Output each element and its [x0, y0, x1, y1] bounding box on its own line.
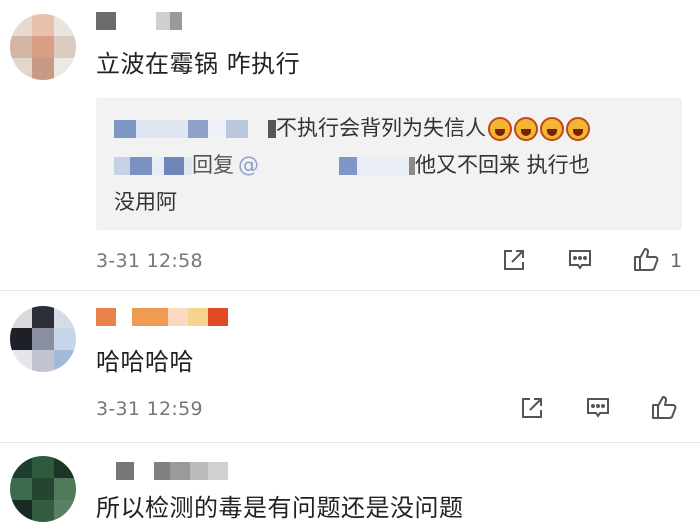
- comment-item: 哈哈哈哈 3-31 12:59: [0, 290, 700, 442]
- username-redacted: [248, 119, 268, 138]
- username-redacted[interactable]: [96, 12, 182, 30]
- laughing-emoji-icon: [540, 116, 564, 141]
- avatar[interactable]: [10, 456, 76, 522]
- like-button[interactable]: [632, 245, 660, 273]
- username-redacted: [114, 156, 130, 175]
- username-redacted[interactable]: [116, 462, 228, 480]
- like-button[interactable]: [650, 393, 678, 421]
- username-redacted: [259, 156, 339, 175]
- reply-text: 没用阿: [114, 190, 177, 214]
- username-redacted: [339, 156, 357, 175]
- username-redacted: [188, 119, 208, 138]
- comment-text: 哈哈哈哈: [96, 348, 194, 376]
- reply-text: 他又不回来 执行也: [415, 153, 590, 177]
- share-button[interactable]: [518, 394, 546, 422]
- username-redacted[interactable]: [96, 308, 228, 326]
- username-redacted: [164, 156, 184, 175]
- comment-icon: [569, 250, 591, 270]
- reply-button[interactable]: [566, 246, 594, 274]
- reply-word: 回复: [192, 153, 234, 177]
- timestamp: 3-31 12:58: [96, 250, 203, 272]
- laughing-emoji-icon: [514, 116, 538, 141]
- comment-text: 立波在霉锅 咋执行: [96, 50, 301, 78]
- laughing-emoji-icon: [488, 116, 512, 141]
- username-redacted: [357, 156, 409, 175]
- username-redacted: [268, 119, 276, 138]
- username-redacted: [130, 156, 152, 175]
- username-redacted: [136, 119, 188, 138]
- share-button[interactable]: [500, 246, 528, 274]
- avatar[interactable]: [10, 14, 76, 80]
- comment-icon: [587, 398, 609, 418]
- username-redacted: [114, 119, 136, 138]
- timestamp: 3-31 12:59: [96, 398, 203, 420]
- comment-text: 所以检测的毒是有问题还是没问题: [96, 494, 464, 522]
- reply-line-3: 没用阿: [114, 184, 664, 221]
- reply-line-2: 回复 @ 他又不回来 执行也: [114, 147, 664, 184]
- like-count: 1: [670, 250, 683, 272]
- username-redacted: [208, 119, 226, 138]
- laughing-emoji-icon: [566, 116, 590, 141]
- username-redacted: [152, 156, 164, 175]
- reply-line-1: 不执行会背列为失信人: [114, 110, 664, 147]
- mention-at[interactable]: @: [238, 147, 259, 184]
- comment-item: 立波在霉锅 咋执行 不执行会背列为失信人 回复 @ 他又不回来 执行也 没用阿 …: [0, 0, 700, 290]
- comment-item: 所以检测的毒是有问题还是没问题: [0, 442, 700, 532]
- reply-button[interactable]: [584, 394, 612, 422]
- thumbs-up-icon: [652, 396, 677, 419]
- share-icon: [522, 398, 542, 418]
- username-redacted: [226, 119, 248, 138]
- reply-text: 不执行会背列为失信人: [276, 116, 486, 140]
- share-icon: [504, 250, 524, 270]
- reply-quote[interactable]: 不执行会背列为失信人 回复 @ 他又不回来 执行也 没用阿: [96, 98, 682, 230]
- avatar[interactable]: [10, 306, 76, 372]
- username-redacted: [184, 156, 192, 175]
- thumbs-up-icon: [634, 248, 659, 271]
